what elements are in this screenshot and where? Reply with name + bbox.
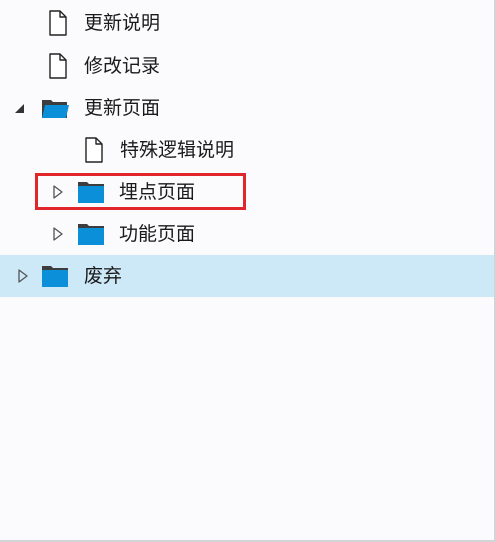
tree-item-label: 更新说明 xyxy=(84,12,161,34)
file-tree-panel: 更新说明 修改记录 更新页面 特殊逻辑说明 埋点页面 功能页面 废弃 xyxy=(0,0,496,542)
tree-item-label: 特殊逻辑说明 xyxy=(120,139,235,161)
tree-item-deprecated[interactable]: 废弃 xyxy=(0,255,494,297)
tree-item-label: 埋点页面 xyxy=(119,181,196,203)
file-icon xyxy=(85,137,103,163)
tree-item-tracking-pages[interactable]: 埋点页面 xyxy=(0,171,494,213)
tree-item-label: 更新页面 xyxy=(84,97,161,119)
chevron-right-icon[interactable] xyxy=(51,184,65,200)
tree-item-label: 废弃 xyxy=(84,265,123,287)
tree-item-update-notes[interactable]: 更新说明 xyxy=(0,2,494,44)
tree-item-special-logic[interactable]: 特殊逻辑说明 xyxy=(0,129,494,171)
folder-icon xyxy=(78,224,104,245)
file-icon xyxy=(49,53,67,79)
folder-icon xyxy=(78,182,104,203)
chevron-right-icon[interactable] xyxy=(51,226,65,242)
tree-item-label: 功能页面 xyxy=(119,223,196,245)
triangle-expanded-icon[interactable] xyxy=(13,100,27,116)
tree-item-update-pages[interactable]: 更新页面 xyxy=(0,87,494,129)
folder-icon xyxy=(42,266,68,287)
file-icon xyxy=(49,10,67,36)
tree-item-change-log[interactable]: 修改记录 xyxy=(0,45,494,87)
chevron-right-icon[interactable] xyxy=(16,268,30,284)
tree-item-label: 修改记录 xyxy=(84,55,161,77)
folder-open-icon xyxy=(42,100,69,118)
tree-item-feature-pages[interactable]: 功能页面 xyxy=(0,213,494,255)
